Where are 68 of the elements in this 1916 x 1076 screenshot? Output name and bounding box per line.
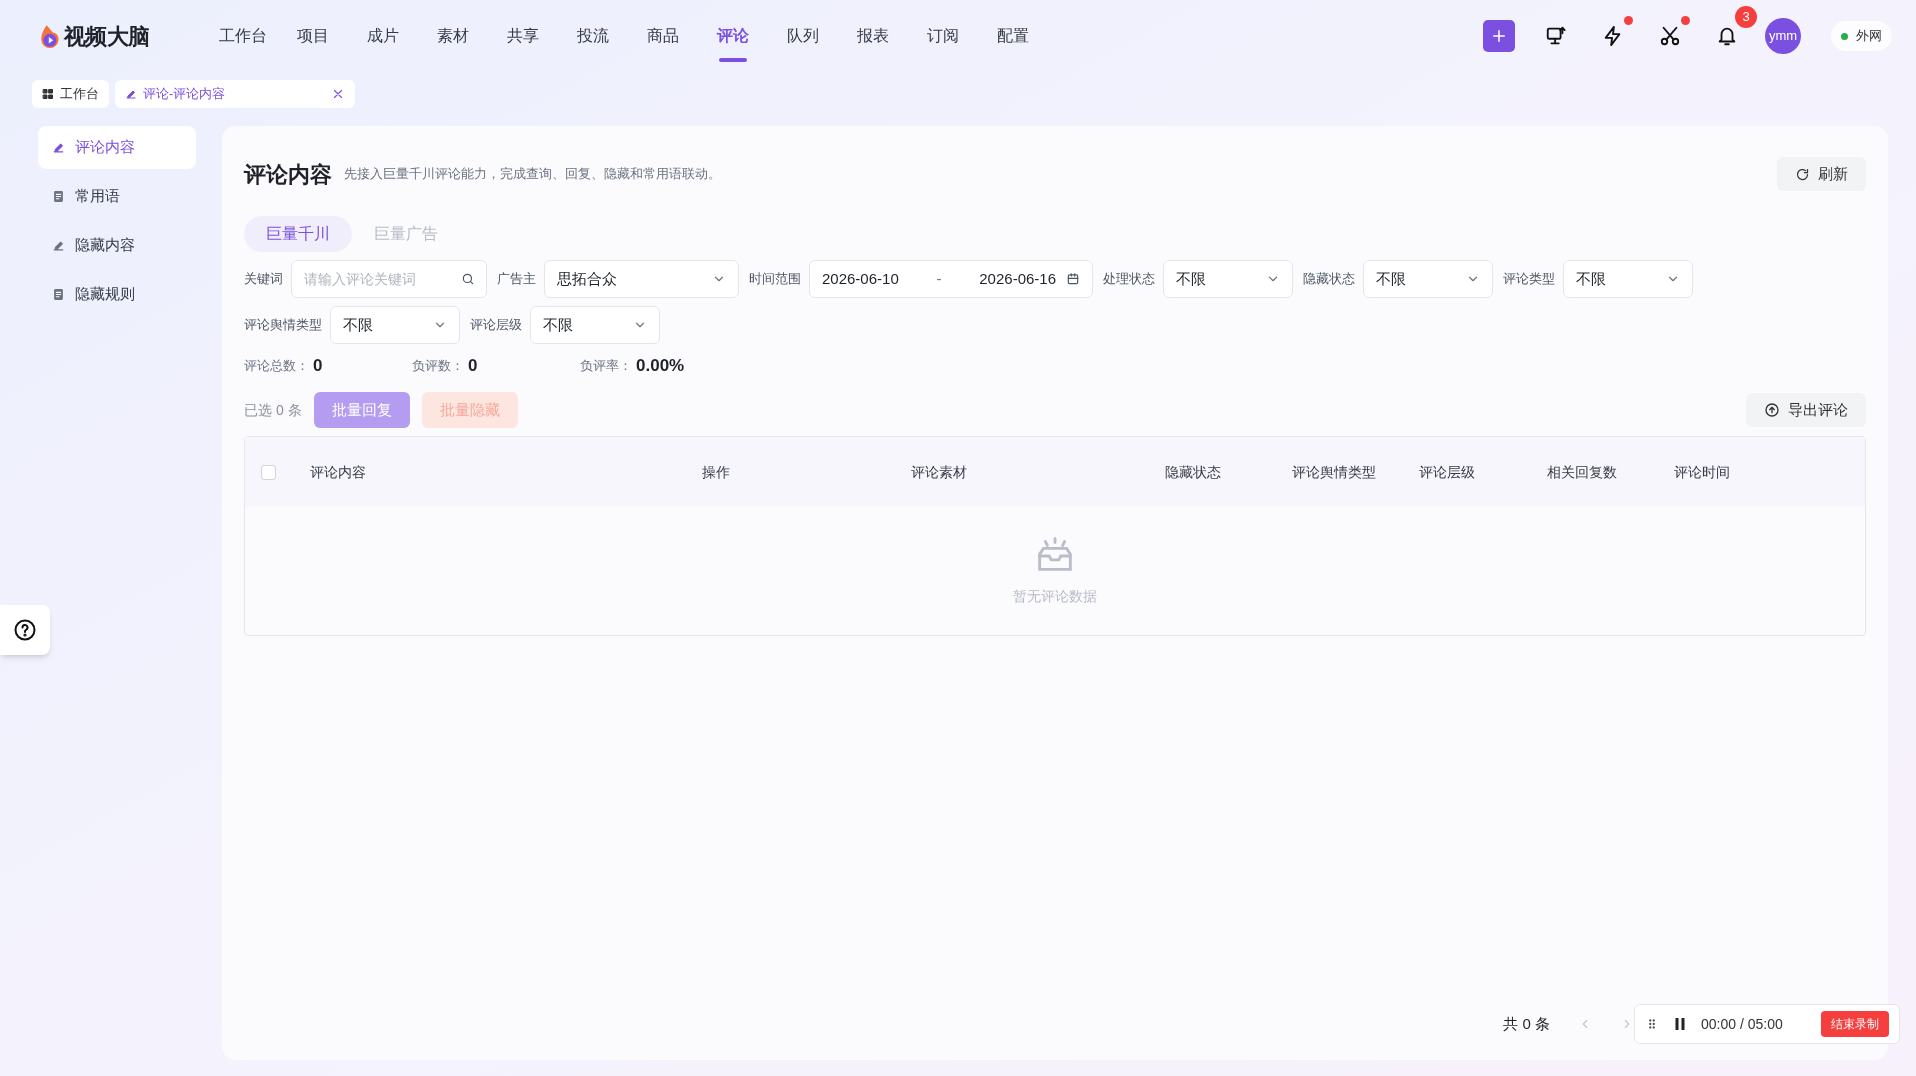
page-description: 先接入巨量千川评论能力，完成查询、回复、隐藏和常用语联动。 bbox=[344, 165, 721, 184]
filter-label: 时间范围 bbox=[749, 270, 801, 289]
nav-tab[interactable]: 素材 bbox=[418, 0, 488, 72]
tab-label: 工作台 bbox=[60, 85, 99, 104]
end-date: 2026-06-16 bbox=[979, 268, 1056, 289]
source-tab[interactable]: 巨量千川 bbox=[244, 216, 352, 252]
column-header: 评论舆情类型 bbox=[1292, 463, 1376, 480]
column-header: 评论内容 bbox=[310, 463, 366, 480]
date-range-picker[interactable]: 2026-06-10 - 2026-06-16 bbox=[809, 260, 1093, 298]
filter-label: 评论层级 bbox=[470, 316, 522, 335]
empty-state-text: 暂无评论数据 bbox=[1013, 586, 1097, 606]
nav-tab[interactable]: 商品 bbox=[628, 0, 698, 72]
export-button[interactable]: 导出评论 bbox=[1746, 393, 1866, 427]
stat-label: 评论总数： bbox=[244, 357, 309, 376]
app-name: 视频大脑 bbox=[64, 22, 150, 51]
stat-value: 0 bbox=[313, 355, 323, 378]
column-header: 相关回复数 bbox=[1547, 463, 1617, 480]
total-count: 共 0 条 bbox=[1503, 1013, 1550, 1034]
refresh-button[interactable]: 刷新 bbox=[1777, 157, 1866, 191]
filter-label: 隐藏状态 bbox=[1303, 270, 1355, 289]
range-separator: - bbox=[936, 268, 942, 289]
network-status[interactable]: 外网 bbox=[1831, 21, 1892, 51]
stat-label: 负评率： bbox=[580, 357, 632, 376]
keyword-search-field[interactable]: 请输入评论关键词 bbox=[291, 260, 487, 298]
nav-tab[interactable]: 报表 bbox=[838, 0, 908, 72]
stat-label: 负评数： bbox=[412, 357, 464, 376]
sidebar-item[interactable]: 常用语 bbox=[38, 175, 196, 218]
nav-tab[interactable]: 投流 bbox=[558, 0, 628, 72]
nav-tab[interactable]: 项目 bbox=[278, 0, 348, 72]
filter-label: 处理状态 bbox=[1103, 270, 1155, 289]
user-avatar[interactable]: ymm bbox=[1765, 18, 1801, 54]
stat-value: 0 bbox=[468, 355, 478, 378]
app-logo[interactable]: 视频大脑 bbox=[38, 19, 188, 53]
stat-value: 0.00% bbox=[636, 355, 685, 378]
nav-tab[interactable]: 订阅 bbox=[908, 0, 978, 72]
start-date: 2026-06-10 bbox=[822, 268, 899, 289]
notification-badge: 3 bbox=[1735, 6, 1757, 28]
nav-tab[interactable]: 配置 bbox=[978, 0, 1048, 72]
select-dropdown[interactable]: 不限 bbox=[530, 306, 660, 344]
column-header: 评论层级 bbox=[1419, 463, 1475, 480]
tab-label: 评论-评论内容 bbox=[143, 85, 227, 104]
select-dropdown[interactable]: 不限 bbox=[330, 306, 460, 344]
nav-tab[interactable]: 工作台 bbox=[208, 0, 278, 72]
column-header: 评论素材 bbox=[911, 463, 967, 480]
filter-label: 广告主 bbox=[497, 270, 536, 289]
filter-label: 关键词 bbox=[244, 270, 283, 289]
select-dropdown[interactable]: 思拓合众 bbox=[544, 260, 739, 298]
nav-tab[interactable]: 共享 bbox=[488, 0, 558, 72]
column-header: 操作 bbox=[702, 463, 730, 480]
nav-tab[interactable]: 成片 bbox=[348, 0, 418, 72]
column-header: 评论时间 bbox=[1674, 463, 1730, 480]
sidebar-item[interactable]: 隐藏内容 bbox=[38, 224, 196, 267]
filter-label: 评论类型 bbox=[1503, 270, 1555, 289]
stop-recording-button[interactable]: 结束录制 bbox=[1821, 1011, 1889, 1037]
selected-count: 已选 0 条 bbox=[244, 400, 302, 420]
column-header: 隐藏状态 bbox=[1165, 463, 1221, 480]
sidebar-item[interactable]: 评论内容 bbox=[38, 126, 196, 169]
select-dropdown[interactable]: 不限 bbox=[1563, 260, 1693, 298]
select-dropdown[interactable]: 不限 bbox=[1363, 260, 1493, 298]
page-tab[interactable]: 工作台 bbox=[32, 80, 109, 108]
nav-tab[interactable]: 评论 bbox=[698, 0, 768, 72]
select-dropdown[interactable]: 不限 bbox=[1163, 260, 1293, 298]
nav-tab[interactable]: 队列 bbox=[768, 0, 838, 72]
sidebar-item[interactable]: 隐藏规则 bbox=[38, 273, 196, 316]
page-title: 评论内容 bbox=[244, 160, 332, 189]
page-tab[interactable]: 评论-评论内容 bbox=[115, 80, 355, 108]
filter-label: 评论舆情类型 bbox=[244, 316, 322, 335]
recording-time: 00:00 / 05:00 bbox=[1701, 1014, 1783, 1034]
